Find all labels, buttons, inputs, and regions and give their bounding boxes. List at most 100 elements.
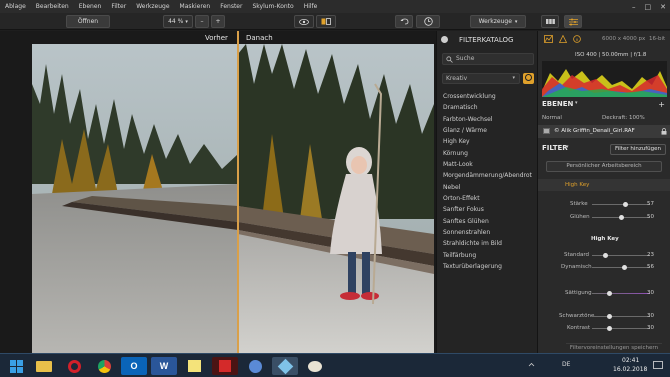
filter-item[interactable]: Crossentwicklung bbox=[443, 91, 532, 102]
chevron-up-icon[interactable] bbox=[528, 361, 535, 369]
info-button[interactable] bbox=[523, 73, 534, 84]
filter-item[interactable]: High Key bbox=[443, 136, 532, 147]
slider-value: 30 bbox=[647, 290, 654, 296]
slider-knob[interactable] bbox=[606, 291, 612, 296]
adjust-button[interactable] bbox=[564, 15, 582, 28]
slider-label: Standard bbox=[564, 252, 590, 258]
photo-image bbox=[32, 44, 434, 353]
slider-label: Glühen bbox=[570, 214, 590, 220]
slider-label: Schwarztöne bbox=[559, 313, 595, 319]
language-indicator[interactable]: DE bbox=[562, 361, 570, 368]
slider-knob[interactable] bbox=[622, 202, 628, 207]
high-key-section-header[interactable]: High Key bbox=[538, 179, 670, 191]
zoom-in-button[interactable]: + bbox=[211, 15, 225, 28]
open-button[interactable]: Öffnen bbox=[66, 15, 110, 28]
paint-icon[interactable] bbox=[302, 357, 328, 375]
slider-label: Stärke bbox=[570, 201, 588, 207]
workspace-label: Persönlicher Arbeitsbereich bbox=[566, 163, 642, 169]
filter-item[interactable]: Körnung bbox=[443, 148, 532, 159]
catalog-search-input[interactable]: Suche bbox=[442, 53, 534, 65]
histogram-icon[interactable] bbox=[544, 35, 553, 43]
zoom-select[interactable]: 44 % ▾ bbox=[163, 15, 193, 28]
filter-item[interactable]: Strahldichte im Bild bbox=[443, 238, 532, 249]
before-label: Vorher bbox=[205, 34, 228, 42]
filter-item[interactable]: Teilfärbung bbox=[443, 250, 532, 261]
compare-divider-handle[interactable] bbox=[237, 31, 239, 353]
filter-item[interactable]: Texturüberlagerung bbox=[443, 261, 532, 272]
menu-maskieren[interactable]: Maskieren bbox=[175, 3, 216, 10]
slider-knob[interactable] bbox=[621, 265, 627, 270]
menu-hilfe[interactable]: Hilfe bbox=[299, 3, 323, 10]
layers-title[interactable]: EBENEN bbox=[542, 100, 573, 108]
workspace-dropdown[interactable]: Persönlicher Arbeitsbereich bbox=[546, 161, 662, 172]
minimize-button[interactable]: – bbox=[632, 3, 636, 11]
acrobat-icon[interactable] bbox=[212, 357, 238, 375]
filter-item[interactable]: Sonnenstrahlen bbox=[443, 227, 532, 238]
word-icon[interactable]: W bbox=[151, 357, 177, 375]
zoom-out-button[interactable]: – bbox=[195, 15, 209, 28]
opacity-field[interactable]: Deckraft: 100% bbox=[602, 115, 645, 121]
menu-filter[interactable]: Filter bbox=[106, 3, 131, 10]
menu-ablage[interactable]: Ablage bbox=[0, 3, 31, 10]
windows-start-icon[interactable] bbox=[3, 357, 29, 375]
save-presets-button[interactable]: Filtervoreinstellungen speichern bbox=[566, 343, 662, 352]
media-player-icon[interactable] bbox=[242, 357, 268, 375]
menu-ebenen[interactable]: Ebenen bbox=[74, 3, 107, 10]
close-button[interactable]: ✕ bbox=[660, 3, 666, 11]
tools-dropdown[interactable]: Werkzeuge ▾ bbox=[470, 15, 526, 28]
slider-knob[interactable] bbox=[618, 215, 624, 220]
clock-date[interactable]: 16.02.2018 bbox=[613, 366, 647, 373]
outlook-icon[interactable]: O bbox=[121, 357, 147, 375]
clock-time[interactable]: 02:41 bbox=[622, 357, 639, 364]
close-catalog-icon[interactable] bbox=[441, 36, 448, 43]
slider-value: 56 bbox=[647, 264, 654, 270]
filter-item[interactable]: Glanz / Wärme bbox=[443, 125, 532, 136]
photo-preview[interactable] bbox=[32, 44, 434, 353]
compare-button[interactable] bbox=[316, 15, 336, 28]
browse-button[interactable] bbox=[541, 15, 559, 28]
menu-werkzeuge[interactable]: Werkzeuge bbox=[131, 3, 174, 10]
eye-icon bbox=[299, 18, 309, 25]
lock-icon bbox=[661, 128, 667, 135]
window-controls: – □ ✕ bbox=[632, 0, 666, 13]
filter-item[interactable]: Sanfter Fokus bbox=[443, 204, 532, 215]
notification-icon[interactable] bbox=[653, 361, 663, 370]
slider-value: 57 bbox=[647, 201, 654, 207]
image-canvas[interactable]: Vorher Danach bbox=[0, 31, 436, 353]
add-filter-button[interactable]: Filter hinzufügen bbox=[610, 144, 666, 155]
undo-button[interactable] bbox=[395, 15, 413, 28]
luminar-icon[interactable] bbox=[272, 357, 298, 375]
info-icon[interactable] bbox=[573, 35, 581, 43]
filter-title[interactable]: FILTER bbox=[542, 144, 568, 152]
history-button[interactable] bbox=[416, 15, 440, 28]
menu-bearbeiten[interactable]: Bearbeiten bbox=[31, 3, 74, 10]
bit-depth: 16-bit bbox=[649, 36, 666, 42]
filter-item[interactable]: Dramatisch bbox=[443, 102, 532, 113]
windows-logo-icon bbox=[9, 359, 23, 373]
opera-icon[interactable] bbox=[61, 357, 87, 375]
add-layer-icon[interactable]: + bbox=[658, 100, 665, 109]
filter-item[interactable]: Matt-Look bbox=[443, 159, 532, 170]
filter-item[interactable]: Orton-Effekt bbox=[443, 193, 532, 204]
slider-value: 30 bbox=[647, 325, 654, 331]
filter-item[interactable]: Sanftes Glühen bbox=[443, 216, 532, 227]
clipping-icon[interactable] bbox=[559, 35, 567, 43]
tools-label: Werkzeuge bbox=[478, 18, 512, 25]
preview-eye-button[interactable] bbox=[294, 15, 314, 28]
slider-knob[interactable] bbox=[602, 253, 608, 258]
slider-knob[interactable] bbox=[606, 326, 612, 331]
menu-fenster[interactable]: Fenster bbox=[215, 3, 247, 10]
filter-item[interactable]: Farbton-Wechsel bbox=[443, 114, 532, 125]
slider-value: 50 bbox=[647, 214, 654, 220]
chrome-icon[interactable] bbox=[91, 357, 117, 375]
blend-mode-select[interactable]: Normal bbox=[542, 115, 562, 121]
category-dropdown[interactable]: Kreativ ▾ bbox=[442, 73, 520, 84]
slider-knob[interactable] bbox=[606, 314, 612, 319]
menu-skylum-konto[interactable]: Skylum-Konto bbox=[247, 3, 298, 10]
filter-item[interactable]: Morgendämmerung/Abendrot bbox=[443, 170, 532, 181]
filter-item[interactable]: Nebel bbox=[443, 182, 532, 193]
file-explorer-icon[interactable] bbox=[31, 357, 57, 375]
layer-row[interactable]: © Alik Griffin_Denali_Girl.RAF bbox=[538, 125, 670, 138]
sticky-notes-icon[interactable] bbox=[181, 357, 207, 375]
maximize-button[interactable]: □ bbox=[645, 3, 652, 11]
